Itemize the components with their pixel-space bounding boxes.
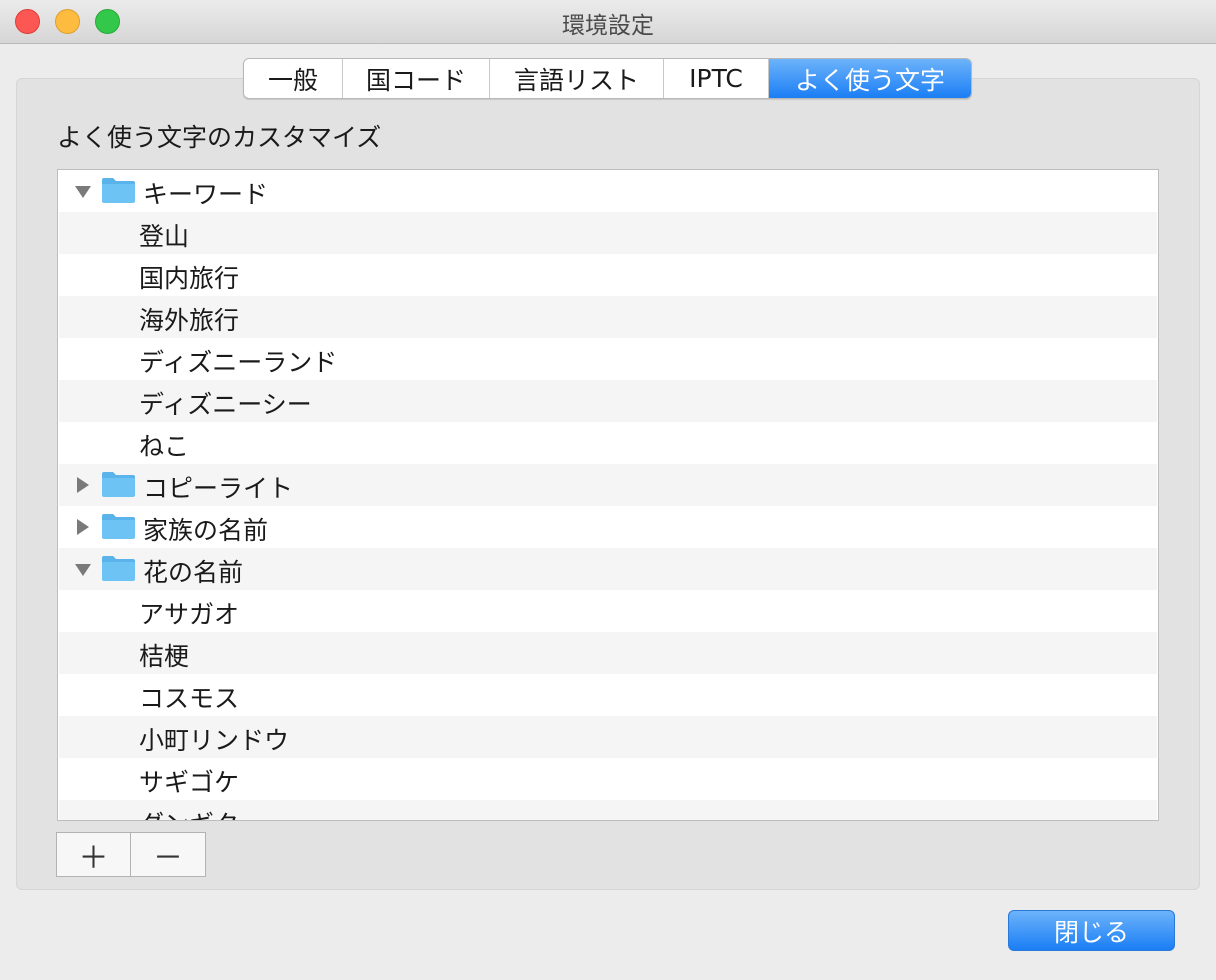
item-label: 海外旅行 [139, 306, 240, 335]
outline-group-row[interactable]: コピーライト [59, 464, 1157, 506]
outline-item-row[interactable]: 国内旅行 [59, 254, 1157, 296]
item-label: ディズニーシー [139, 390, 312, 419]
item-label: ねこ [139, 432, 190, 461]
group-label: キーワード [143, 180, 269, 209]
tab-country-code[interactable]: 国コード [343, 59, 490, 98]
outline-item-row[interactable]: ねこ [59, 422, 1157, 464]
disclosure-collapsed-icon[interactable] [73, 475, 93, 495]
tab-frequent-text[interactable]: よく使う文字 [769, 59, 971, 98]
add-remove-control: ＋ － [56, 832, 206, 877]
item-label: 国内旅行 [139, 264, 240, 293]
disclosure-collapsed-icon[interactable] [73, 517, 93, 537]
disclosure-expanded-icon[interactable] [73, 181, 93, 201]
group-label: 家族の名前 [143, 516, 269, 545]
item-label: 小町リンドウ [139, 726, 290, 755]
outline-item-row[interactable]: コスモス [59, 674, 1157, 716]
folder-icon [102, 178, 135, 203]
outline-item-row[interactable]: 小町リンドウ [59, 716, 1157, 758]
group-label: コピーライト [143, 474, 294, 503]
item-label: 登山 [139, 222, 190, 251]
outline-item-row[interactable]: サギゴケ [59, 758, 1157, 800]
outline-item-row[interactable]: 桔梗 [59, 632, 1157, 674]
folder-icon [102, 472, 135, 497]
tab-bar: 一般 国コード 言語リスト IPTC よく使う文字 [243, 58, 972, 99]
item-label: ダンギク [139, 805, 239, 820]
close-button[interactable]: 閉じる [1008, 910, 1175, 951]
tab-iptc[interactable]: IPTC [664, 59, 769, 98]
section-title: よく使う文字のカスタマイズ [57, 123, 382, 152]
folder-icon [102, 514, 135, 539]
item-label: コスモス [139, 684, 240, 713]
outline-group-row[interactable]: キーワード [59, 170, 1157, 212]
add-button[interactable]: ＋ [57, 833, 131, 876]
outline-group-row[interactable]: 花の名前 [59, 548, 1157, 590]
outline-item-row[interactable]: ディズニーランド [59, 338, 1157, 380]
outline-item-row[interactable]: ダンギク [59, 800, 1157, 820]
window-title: 環境設定 [562, 13, 654, 39]
item-label: サギゴケ [139, 768, 240, 797]
outline-item-row[interactable]: アサガオ [59, 590, 1157, 632]
outline-group-row[interactable]: 家族の名前 [59, 506, 1157, 548]
tab-general[interactable]: 一般 [244, 59, 343, 98]
group-label: 花の名前 [143, 558, 244, 587]
item-label: アサガオ [139, 600, 240, 629]
title-bar: 環境設定 [0, 0, 1216, 44]
remove-button[interactable]: － [131, 833, 205, 876]
tab-language-list[interactable]: 言語リスト [490, 59, 664, 98]
outline-item-row[interactable]: ディズニーシー [59, 380, 1157, 422]
outline-item-row[interactable]: 登山 [59, 212, 1157, 254]
frequent-text-outline[interactable]: キーワード登山国内旅行海外旅行ディズニーランド ディズニーシー ねこコピーライト 家族… [57, 169, 1159, 821]
outline-item-row[interactable]: 海外旅行 [59, 296, 1157, 338]
item-label: 桔梗 [139, 642, 190, 671]
item-label: ディズニーランド [139, 348, 338, 377]
folder-icon [102, 556, 135, 581]
disclosure-expanded-icon[interactable] [73, 559, 93, 579]
preferences-window: 環境設定 一般 国コード 言語リスト IPTC よく使う文字 よく使う文字のカス… [0, 0, 1216, 980]
